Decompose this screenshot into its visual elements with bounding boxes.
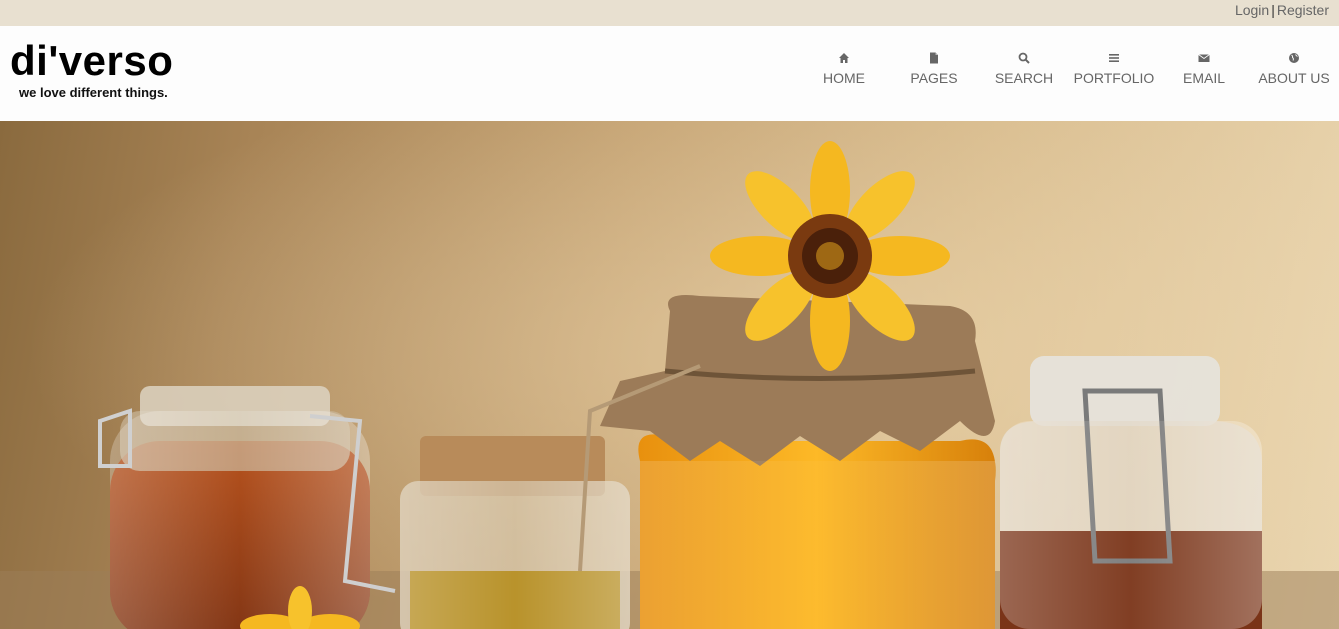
search-icon — [1018, 52, 1030, 64]
globe-icon — [1289, 53, 1299, 63]
register-link[interactable]: Register — [1277, 2, 1329, 18]
home-icon — [839, 53, 849, 63]
envelope-icon — [1198, 54, 1210, 62]
login-link[interactable]: Login — [1235, 2, 1269, 18]
nav-item-search[interactable]: SEARCH — [979, 52, 1069, 92]
site-logo[interactable]: di'verso — [10, 38, 173, 84]
nav-item-home-label: HOME — [823, 70, 865, 86]
main-nav: HOME PAGES SEARCH PORTFOLIO EMAIL ABOUT … — [799, 52, 1339, 92]
nav-item-portfolio-label: PORTFOLIO — [1073, 70, 1155, 86]
document-icon — [930, 52, 938, 64]
top-bar: Login | Register — [0, 0, 1339, 26]
nav-item-pages[interactable]: PAGES — [889, 52, 979, 92]
left-jar — [98, 386, 396, 629]
nav-item-search-label: SEARCH — [994, 70, 1054, 86]
site-header: di'verso we love different things. HOME … — [0, 26, 1339, 121]
auth-links: Login | Register — [1235, 2, 1329, 18]
nav-item-portfolio[interactable]: PORTFOLIO — [1069, 52, 1159, 92]
pollen-jar — [400, 436, 630, 629]
nav-item-pages-label: PAGES — [910, 70, 958, 86]
nav-item-about-label: ABOUT US — [1258, 70, 1330, 86]
nav-item-email-label: EMAIL — [1182, 70, 1225, 86]
nav-item-about[interactable]: ABOUT US — [1249, 52, 1339, 92]
list-icon — [1109, 54, 1119, 62]
site-tagline: we love different things. — [19, 85, 168, 100]
nav-item-home[interactable]: HOME — [799, 52, 889, 92]
hero-banner — [0, 121, 1339, 629]
hero-honey-jars-image — [0, 121, 1339, 629]
auth-separator: | — [1271, 2, 1275, 18]
nav-item-email[interactable]: EMAIL — [1159, 52, 1249, 92]
